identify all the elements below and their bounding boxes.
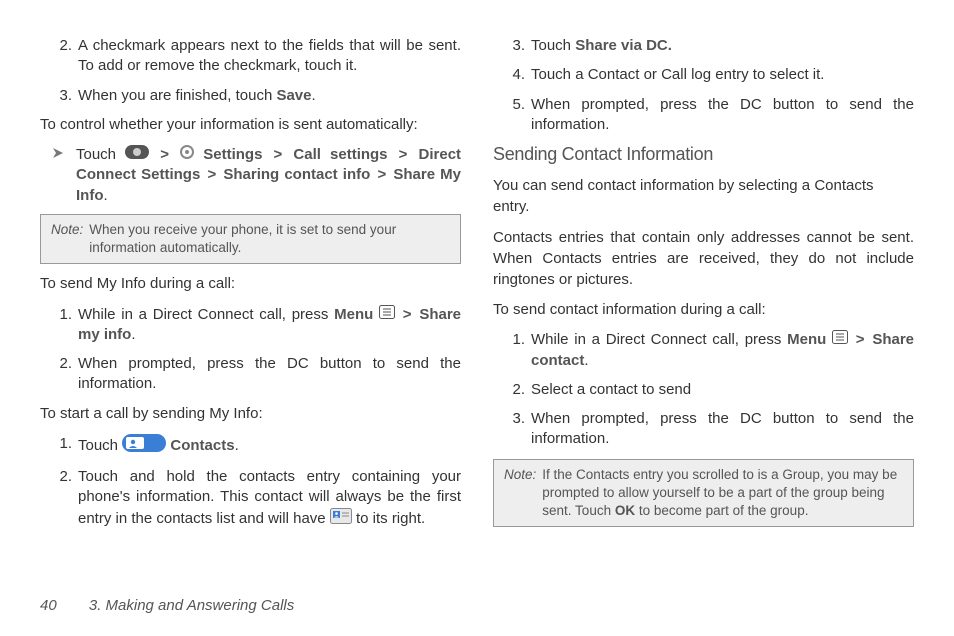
intro-text: To send contact information during a cal… xyxy=(493,300,914,320)
text: . xyxy=(235,437,239,454)
list-number: 2. xyxy=(52,354,72,395)
list-item: 5. When prompted, press the DC button to… xyxy=(505,95,914,136)
chevron-right-icon: > xyxy=(205,166,218,183)
bold-text: OK xyxy=(615,503,635,518)
list-text: When prompted, press the DC button to se… xyxy=(78,354,461,395)
list-text: When prompted, press the DC button to se… xyxy=(531,409,914,450)
text: . xyxy=(584,352,588,369)
list-item: 2. When prompted, press the DC button to… xyxy=(52,354,461,395)
chevron-right-icon: > xyxy=(158,146,171,163)
list-text: Select a contact to send xyxy=(531,380,914,400)
list-text: Touch a Contact or Call log entry to sel… xyxy=(531,65,914,85)
chevron-right-icon: > xyxy=(401,306,414,323)
paragraph: Contacts entries that contain only addre… xyxy=(493,227,914,290)
text: . xyxy=(104,187,108,204)
list-text: When prompted, press the DC button to se… xyxy=(531,95,914,136)
list-text: Touch Contacts. xyxy=(78,434,461,458)
list-item: 2. A checkmark appears next to the field… xyxy=(52,36,461,77)
list-item: 3. When you are finished, touch Save. xyxy=(52,86,461,106)
list-text: When you are finished, touch Save. xyxy=(78,86,461,106)
contact-card-icon xyxy=(330,508,352,530)
intro-text: To start a call by sending My Info: xyxy=(40,404,461,424)
text: to its right. xyxy=(356,510,425,527)
list-item: 1. While in a Direct Connect call, press… xyxy=(505,330,914,371)
list-number: 1. xyxy=(505,330,525,371)
chevron-right-icon: > xyxy=(375,166,388,183)
intro-text: To send My Info during a call: xyxy=(40,274,461,294)
page-number: 40 xyxy=(40,597,57,614)
note-label: Note: xyxy=(51,221,89,257)
list-number: 3. xyxy=(52,86,72,106)
list-text: A checkmark appears next to the fields t… xyxy=(78,36,461,77)
contacts-app-icon xyxy=(122,434,166,458)
chevron-right-icon: > xyxy=(272,146,285,163)
bold-text: Menu xyxy=(787,331,826,348)
text: Touch xyxy=(78,437,122,454)
bold-text: Save xyxy=(276,87,311,104)
chapter-title: 3. Making and Answering Calls xyxy=(89,597,294,614)
home-icon xyxy=(125,145,149,165)
page-footer: 40 3. Making and Answering Calls xyxy=(40,597,294,614)
text: While in a Direct Connect call, press xyxy=(531,331,787,348)
text: . xyxy=(131,326,135,343)
settings-gear-icon xyxy=(180,145,194,165)
list-item: 1. Touch Contacts. xyxy=(52,434,461,458)
bold-text: Sharing contact info xyxy=(223,166,370,183)
left-column: 2. A checkmark appears next to the field… xyxy=(40,36,461,539)
menu-key-icon xyxy=(832,330,848,350)
list-number: 5. xyxy=(505,95,525,136)
text: While in a Direct Connect call, press xyxy=(78,306,334,323)
note-text: When you receive your phone, it is set t… xyxy=(89,221,450,257)
intro-text: To control whether your information is s… xyxy=(40,115,461,135)
note-text: If the Contacts entry you scrolled to is… xyxy=(542,466,903,521)
note-box: Note: When you receive your phone, it is… xyxy=(40,214,461,264)
bullet-item: Touch > Settings > Call settings > Direc… xyxy=(52,145,461,206)
list-text: While in a Direct Connect call, press Me… xyxy=(78,305,461,346)
text: . xyxy=(312,87,316,104)
right-column: 3. Touch Share via DC. 4. Touch a Contac… xyxy=(493,36,914,539)
list-item: 4. Touch a Contact or Call log entry to … xyxy=(505,65,914,85)
list-item: 2. Select a contact to send xyxy=(505,380,914,400)
list-item: 1. While in a Direct Connect call, press… xyxy=(52,305,461,346)
bold-text: Call settings xyxy=(293,146,387,163)
list-number: 1. xyxy=(52,305,72,346)
list-item: 3. When prompted, press the DC button to… xyxy=(505,409,914,450)
bold-text: Share via DC. xyxy=(575,37,672,54)
list-text: Touch Share via DC. xyxy=(531,36,914,56)
list-number: 2. xyxy=(52,36,72,77)
list-item: 2. Touch and hold the contacts entry con… xyxy=(52,467,461,530)
menu-key-icon xyxy=(379,305,395,325)
chevron-right-icon: > xyxy=(854,331,867,348)
text: Touch xyxy=(531,37,575,54)
list-number: 1. xyxy=(52,434,72,458)
note-box: Note: If the Contacts entry you scrolled… xyxy=(493,459,914,528)
paragraph: You can send contact information by sele… xyxy=(493,175,914,217)
list-number: 4. xyxy=(505,65,525,85)
bullet-arrow-icon xyxy=(52,145,70,206)
note-label: Note: xyxy=(504,466,542,521)
bold-text: Menu xyxy=(334,306,373,323)
list-number: 2. xyxy=(52,467,72,530)
page-body: 2. A checkmark appears next to the field… xyxy=(0,0,954,559)
text: to become part of the group. xyxy=(635,503,808,518)
list-number: 3. xyxy=(505,409,525,450)
list-text: Touch and hold the contacts entry contai… xyxy=(78,467,461,530)
bold-text: Contacts xyxy=(170,437,234,454)
chevron-right-icon: > xyxy=(397,146,410,163)
text: Touch xyxy=(76,146,125,163)
bold-text: Settings xyxy=(203,146,262,163)
text: When you are finished, touch xyxy=(78,87,276,104)
list-number: 2. xyxy=(505,380,525,400)
list-text: While in a Direct Connect call, press Me… xyxy=(531,330,914,371)
bullet-text: Touch > Settings > Call settings > Direc… xyxy=(76,145,461,206)
list-item: 3. Touch Share via DC. xyxy=(505,36,914,56)
section-heading: Sending Contact Information xyxy=(493,144,914,165)
list-number: 3. xyxy=(505,36,525,56)
